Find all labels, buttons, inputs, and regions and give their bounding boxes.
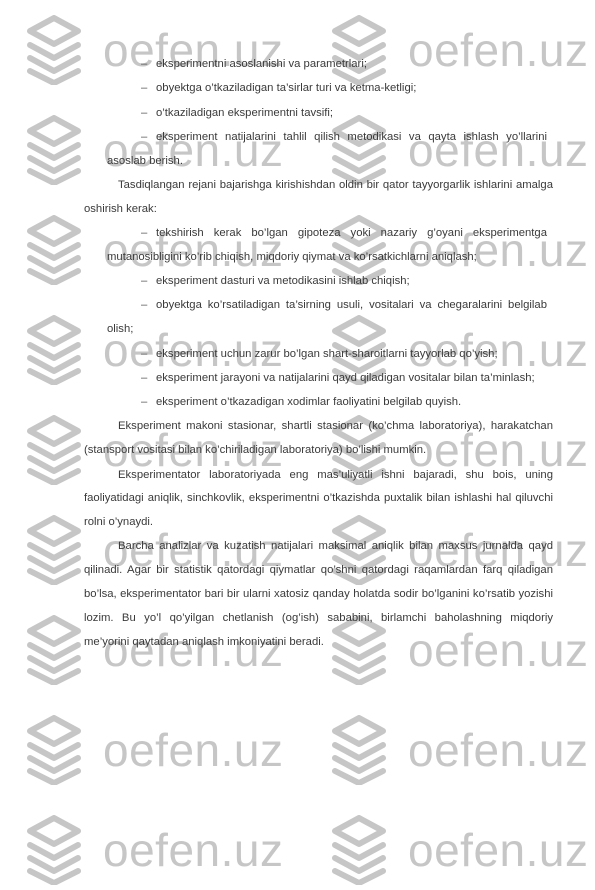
list-item: – eksperiment natijalarini tahlil qilish …	[84, 126, 547, 174]
dash-bullet: –	[141, 227, 148, 240]
list-item-text: eksperiment uchun zarur bo’lgan shart-sh…	[156, 347, 498, 360]
paragraph: Tasdiqlangan rejani bajarishga kirishish…	[84, 178, 553, 215]
list-item: – eksperimentni asoslanishi va parametrla…	[84, 53, 547, 77]
paragraph: Barcha analizlar va kuzatish natijalari …	[84, 540, 553, 648]
list-item: – obyektga o’tkaziladigan ta’sirlar turi …	[84, 77, 547, 101]
list-item: – eksperiment uchun zarur bo’lgan shart-s…	[84, 343, 547, 367]
watermark-text: oefen.uz	[408, 724, 589, 776]
list-item-text: eksperiment dasturi va metodikasini ishl…	[156, 275, 410, 288]
list-item-text: tekshirish kerak bo’lgan gipoteza yoki n…	[107, 227, 547, 263]
list-item: – eksperiment dasturi va metodikasini ish…	[84, 270, 547, 294]
layers-stack-icon	[25, 115, 83, 186]
layers-stack-icon	[25, 15, 83, 86]
layers-stack-icon	[330, 815, 388, 886]
list-item: – eksperiment o’tkazadigan xodimlar faoli…	[84, 391, 547, 415]
list-item-text: obyektga o’tkaziladigan ta’sirlar turi v…	[156, 82, 417, 95]
paragraph: Eksperimentator laboratoriyada eng mas’u…	[84, 468, 553, 529]
dash-bullet: –	[141, 58, 148, 70]
list-item: – tekshirish kerak bo’lgan gipoteza yoki …	[84, 222, 547, 270]
list-item-text: eksperiment jarayoni va natijalarini qay…	[156, 371, 535, 384]
layers-stack-icon	[25, 715, 83, 786]
dash-bullet: –	[141, 106, 148, 119]
list-item: – o’tkaziladigan eksperimentni tavsifi;	[84, 102, 547, 126]
list-item-text: obyektga ko’rsatiladigan ta’sirning usul…	[107, 299, 547, 336]
layers-stack-icon	[25, 215, 83, 286]
layers-stack-icon	[330, 715, 388, 786]
list-item-text: o’tkaziladigan eksperimentni tavsifi;	[156, 106, 334, 119]
list-item-text: eksperiment natijalarini tahlil qilish m…	[107, 130, 547, 167]
dash-bullet: –	[141, 299, 148, 312]
list-item: – obyektga ko’rsatiladigan ta’sirning usu…	[84, 294, 547, 342]
layers-stack-icon	[25, 615, 83, 686]
dash-bullet: –	[141, 82, 148, 95]
layers-stack-icon	[25, 415, 83, 486]
layers-stack-icon	[25, 315, 83, 386]
dash-bullet: –	[141, 371, 148, 384]
document-body: – eksperimentni asoslanishi va parametrla…	[84, 53, 553, 654]
watermark-text: oefen.uz	[103, 824, 284, 876]
watermark-text: oefen.uz	[408, 824, 589, 876]
paragraph: Eksperiment makoni stasionar, shartli st…	[84, 420, 553, 457]
layers-stack-icon	[25, 815, 83, 886]
list-item: – eksperiment jarayoni va natijalarini qa…	[84, 367, 547, 391]
dash-bullet: –	[141, 396, 148, 409]
list-item-text: eksperimentni asoslanishi va parametrlar…	[156, 58, 367, 70]
list-item-text: eksperiment o’tkazadigan xodimlar faoliy…	[156, 396, 462, 409]
watermark-text: oefen.uz	[103, 724, 284, 776]
dash-bullet: –	[141, 347, 148, 360]
dash-bullet: –	[141, 275, 148, 288]
layers-stack-icon	[25, 515, 83, 586]
dash-bullet: –	[141, 130, 148, 143]
